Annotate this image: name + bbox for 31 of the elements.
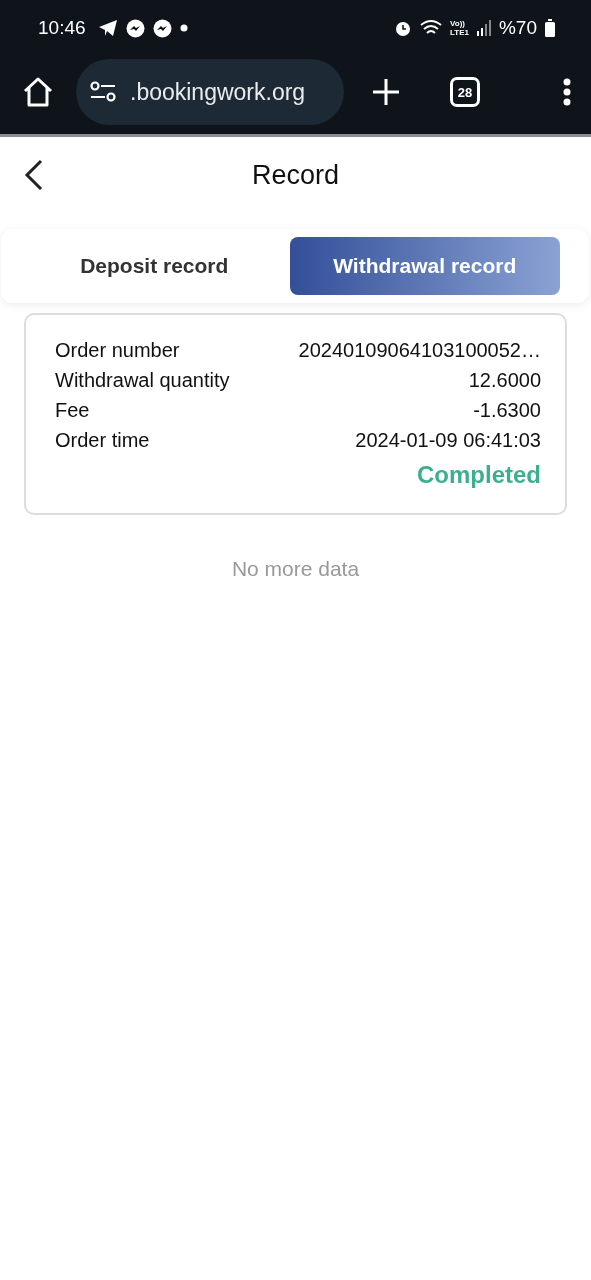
url-text: .bookingwork.org bbox=[130, 78, 306, 106]
field-value: 12.6000 bbox=[468, 369, 541, 392]
telegram-icon bbox=[97, 19, 118, 37]
messenger-icon bbox=[125, 18, 145, 38]
battery-percent: %70 bbox=[498, 17, 537, 39]
field-value: 20240109064103100052… bbox=[298, 339, 541, 362]
back-icon[interactable] bbox=[24, 159, 44, 191]
battery-icon bbox=[545, 19, 555, 37]
tab-count-button[interactable]: 28 bbox=[450, 77, 480, 107]
network-label: Vo)) LTE1 bbox=[450, 19, 469, 37]
field-label: Order time bbox=[55, 429, 150, 452]
dot-icon bbox=[179, 24, 188, 32]
new-tab-icon[interactable] bbox=[372, 78, 400, 106]
field-label: Fee bbox=[55, 399, 90, 422]
site-settings-icon bbox=[90, 81, 116, 103]
field-label: Order number bbox=[55, 339, 180, 362]
record-tab[interactable]: Withdrawal record bbox=[289, 237, 560, 295]
record-tab[interactable]: Deposit record bbox=[19, 237, 290, 295]
messenger-icon bbox=[152, 18, 172, 38]
page-title: Record bbox=[251, 159, 339, 191]
home-icon[interactable] bbox=[22, 77, 54, 107]
status-label: Completed bbox=[417, 461, 541, 489]
field-value: -1.6300 bbox=[473, 399, 541, 422]
menu-icon[interactable] bbox=[563, 78, 571, 106]
address-bar[interactable]: .bookingwork.org bbox=[76, 59, 344, 125]
field-value: 2024-01-09 06:41:03 bbox=[355, 429, 541, 452]
status-time: 10:46 bbox=[38, 17, 86, 39]
alarm-icon bbox=[394, 19, 412, 37]
end-of-list-note: No more data bbox=[231, 557, 360, 581]
signal-icon bbox=[476, 20, 491, 36]
field-label: Withdrawal quantity bbox=[55, 369, 230, 392]
